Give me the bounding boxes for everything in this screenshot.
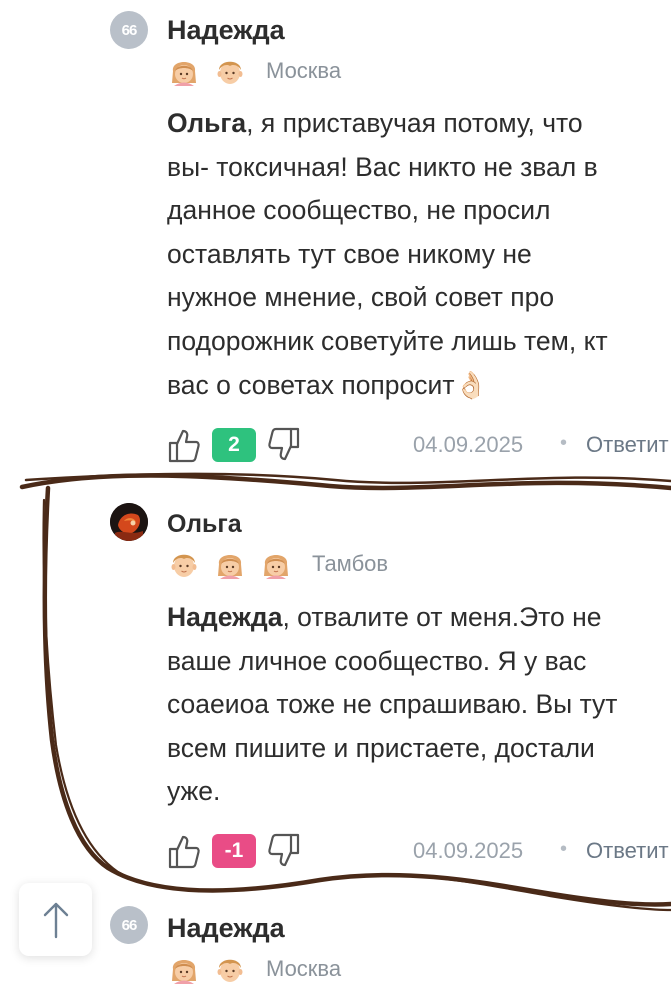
comment-author[interactable]: Надежда [167, 15, 285, 46]
girl-badge-icon [264, 555, 288, 579]
comment-text: Надежда, отвалите от меня.Это не ваше ли… [167, 602, 618, 807]
reply-link[interactable]: Ответит [586, 432, 669, 458]
thumbs-down-icon[interactable] [267, 426, 301, 464]
avatar[interactable]: 66 [110, 906, 148, 944]
girl-badge-icon [172, 62, 196, 86]
avatar-quote-icon: 66 [121, 916, 138, 934]
user-city: Москва [266, 956, 342, 981]
comment-actions: 2 04.09.2025 • Ответит [167, 426, 671, 466]
user-photo-icon [110, 503, 148, 541]
user-city: Тамбов [312, 551, 389, 576]
girl-badge-icon [218, 555, 242, 579]
comments-page: 66 Надежда Москва Ольга, я приставучая п… [0, 0, 671, 1000]
comment-author[interactable]: Надежда [167, 913, 285, 944]
thumbs-up-icon[interactable] [167, 832, 201, 870]
mention-link[interactable]: Ольга [167, 108, 246, 138]
separator-dot: • [560, 838, 568, 860]
comment-actions: -1 04.09.2025 • Ответит [167, 832, 671, 872]
boy-badge-icon [171, 554, 197, 577]
avatar[interactable] [110, 503, 148, 541]
mention-link[interactable]: Надежда [167, 602, 282, 632]
user-badges [167, 953, 247, 985]
ok-hand-emoji: 👌🏻 [454, 369, 488, 400]
user-city: Москва [266, 58, 342, 83]
user-badges [167, 548, 293, 580]
comment-text: Ольга, я приставучая потому, что вы- ток… [167, 108, 608, 400]
thumbs-up-icon[interactable] [167, 426, 201, 464]
comment-date: 04.09.2025 [413, 432, 524, 457]
arrow-up-icon [43, 902, 68, 938]
scroll-to-top-button[interactable] [19, 883, 92, 956]
avatar[interactable]: 66 [110, 11, 148, 49]
comment-author[interactable]: Ольга [167, 510, 242, 539]
avatar-quote-icon: 66 [121, 21, 138, 39]
separator-dot: • [560, 432, 568, 454]
girl-badge-icon [172, 960, 196, 984]
reply-link[interactable]: Ответит [586, 838, 669, 864]
boy-badge-icon [217, 959, 243, 982]
boy-badge-icon [217, 61, 243, 84]
thumbs-down-icon[interactable] [267, 832, 301, 870]
comment-date: 04.09.2025 [413, 838, 524, 863]
user-badges [167, 55, 247, 87]
rating-score: 2 [212, 428, 256, 462]
rating-score: -1 [212, 834, 256, 868]
